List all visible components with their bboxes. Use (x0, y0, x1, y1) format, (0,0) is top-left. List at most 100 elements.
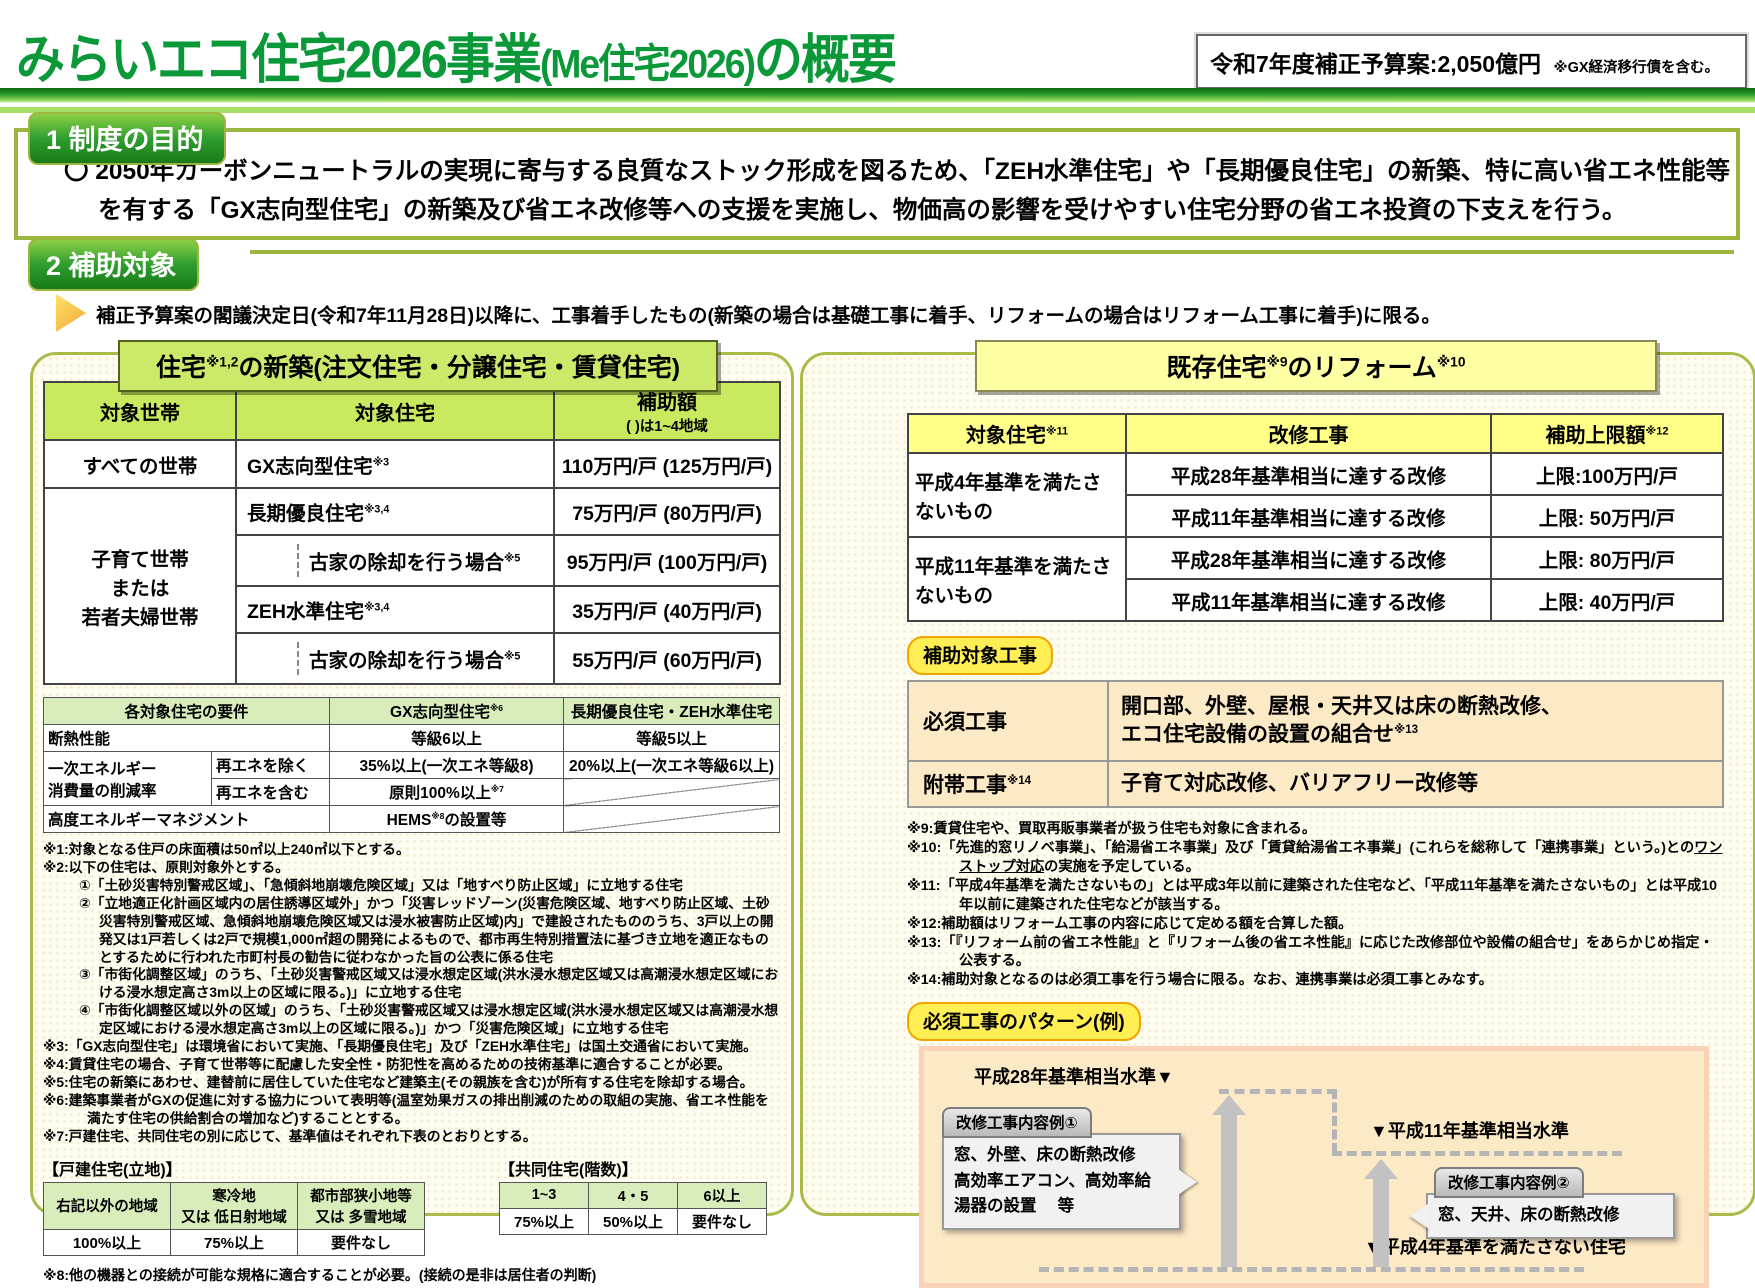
header-cell: 都市部狭小地等 又は 多雪地域 (297, 1181, 425, 1230)
cell-amount: 35万円/戸 (40万円/戸) (553, 585, 781, 634)
table-row: 100%以上 75%以上 要件なし (43, 1228, 425, 1256)
table-row: 平成4年基準を満たさないもの 平成28年基準相当に達する改修 上限:100万円/… (907, 452, 1724, 538)
header-cell-work: 改修工事 (1125, 413, 1492, 454)
table-row: 子育て世帯 または 若者夫婦世帯 長期優良住宅※3,4 75万円/戸 (80万円… (43, 487, 781, 685)
title-divider-line (0, 107, 1755, 113)
header-amount-sub: ( )は1~4地域 (626, 419, 708, 435)
tab-text: 既存住宅 (1166, 354, 1267, 382)
cell-work: 平成11年基準相当に達する改修 (1125, 494, 1492, 538)
table-row: 一次エネルギー 消費量の削減率 再エネを除く 35%以上(一次エネ等級8) 20… (43, 751, 781, 806)
level-h11-label: ▼平成11年基準相当水準 (1370, 1121, 1569, 1142)
table-row: 平成11年基準を満たさないもの 平成28年基準相当に達する改修 上限: 80万円… (907, 536, 1724, 622)
cell-excl-renewable: 再エネを除く (210, 751, 331, 779)
cell-incidental-label: 附帯工事※14 (907, 759, 1109, 809)
cell-value: 50%以上 (588, 1207, 678, 1235)
cell-value: 100%以上 (43, 1228, 171, 1256)
cell-amount: 95万円/戸 (100万円/戸) (553, 534, 781, 587)
cell-standard-group: 平成4年基準を満たさないもの (907, 452, 1127, 538)
cell-insulation-gx: 等級6以上 (329, 724, 565, 752)
note-line: ②「立地適正化計画区域内の居住誘導区域外」かつ「災害レッドゾーン(災害危険区域、… (79, 895, 774, 965)
callout-notch-icon (1410, 1203, 1429, 1229)
reform-table: 対象住宅※11 改修工事 補助上限額※12 平成4年基準を満たさないもの 平成2… (907, 413, 1724, 622)
panel-tab-new-construction: 住宅※1,2の新築(注文住宅・分譲住宅・賃貸住宅) (118, 340, 718, 392)
header-cell-gx: GX志向型住宅※6 (329, 697, 565, 725)
cell-house-type: 長期優良住宅※3,4 (235, 487, 555, 536)
note-line: ①「土砂災害特別警戒区域」、「急傾斜地崩壊危険区域」又は「地すべり防止区域」に立… (79, 877, 683, 893)
cell-insulation-other: 等級5以上 (563, 724, 781, 752)
reform-panel: 既存住宅※9のリフォーム※10 対象住宅※11 改修工事 補助上限額※12 平成… (800, 340, 1755, 1288)
level-h28-label: 平成28年基準相当水準▼ (974, 1067, 1174, 1088)
cell-hems-label: 高度エネルギーマネジメント (42, 805, 331, 833)
pattern-badge: 必須工事のパターン(例) (907, 1002, 1141, 1042)
title-divider-bar (0, 88, 1755, 103)
detached-house-table: 右記以外の地域 寒冷地 又は 低日射地域 都市部狭小地等 又は 多雪地域 100… (43, 1181, 425, 1256)
cell-standard-group: 平成11年基準を満たさないもの (907, 536, 1127, 622)
section1-badge: 1 制度の目的 (28, 112, 226, 165)
new-construction-table: 対象世帯 対象住宅 補助額 ( )は1~4地域 すべての世帯 GX志向型住宅※3… (43, 381, 781, 685)
cell-incidental-body: 子育て対応改修、バリアフリー改修等 (1107, 759, 1724, 809)
page-title-suffix: の概要 (753, 31, 897, 90)
header-cell: 右記以外の地域 (43, 1181, 171, 1230)
cell-mandatory-body: 開口部、外壁、屋根・天井又は床の断熱改修、 エコ住宅設備の設置の組合せ※13 (1107, 680, 1724, 762)
tab-text-rest: の新築(注文住宅・分譲住宅・賃貸住宅) (238, 354, 681, 382)
note-line: ※4:賃貸住宅の場合、子育て世帯等に配慮した安全性・防犯性を高めるための技術基準… (43, 1057, 731, 1073)
table-row: 75%以上 50%以上 要件なし (499, 1207, 767, 1235)
cell-energy100-gx: 原則100%以上※7 (329, 778, 565, 806)
apartment-caption: 【共同住宅(階数)】 (499, 1161, 638, 1179)
note-line: ※12:補助額はリフォーム工事の内容に応じて定める額を合算した額。 (907, 915, 1353, 932)
budget-box: 令和7年度補正予算案:2,050億円 ※GX経済移行債を含む。 (1196, 34, 1747, 89)
works-badge: 補助対象工事 (907, 636, 1054, 675)
note-line: ④「市街化調整区域以外の区域」のうち、「土砂災害警戒区域又は浸水想定区域(洪水浸… (79, 1003, 779, 1037)
cell-value: 要件なし (297, 1228, 425, 1256)
cell-household: すべての世帯 (43, 439, 237, 489)
table-header-row: 右記以外の地域 寒冷地 又は 低日射地域 都市部狭小地等 又は 多雪地域 (43, 1181, 425, 1230)
level-h4-line (1039, 1267, 1584, 1273)
detached-house-caption: 【戸建住宅(立地)】 (43, 1161, 182, 1179)
budget-amount: 令和7年度補正予算案:2,050億円 (1210, 51, 1542, 77)
cell-limit: 上限:100万円/戸 (1490, 452, 1724, 496)
page-title-paren: (Me住宅2026) (540, 40, 756, 87)
cell-work: 平成28年基準相当に達する改修 (1125, 536, 1492, 580)
table-row: 高度エネルギーマネジメント HEMS※8の設置等 (42, 805, 781, 833)
note-line: ※7:戸建住宅、共同住宅の別に応じて、基準値はそれぞれ下表のとおりとする。 (43, 1128, 537, 1144)
tab-sup: ※1,2 (205, 354, 239, 370)
cell-household-group: 子育て世帯 または 若者夫婦世帯 (43, 487, 237, 685)
new-construction-panel: 住宅※1,2の新築(注文住宅・分譲住宅・賃貸住宅) 対象世帯 対象住宅 補助額 … (30, 340, 794, 1283)
table-row: 必須工事 開口部、外壁、屋根・天井又は床の断熱改修、 エコ住宅設備の設置の組合せ… (907, 680, 1724, 762)
note-line: ※13:「『リフォーム前の省エネ性能』と『リフォーム後の省エネ性能』に応じた改修… (907, 934, 1714, 970)
callout1-body: 窓、外壁、床の断熱改修 高効率エアコン、高効率給 湯器の設置 等 (942, 1133, 1197, 1230)
cell-amount: 55万円/戸 (60万円/戸) (553, 632, 781, 685)
tab-text-rest: のリフォーム (1287, 354, 1437, 382)
callout-notch-icon (1178, 1168, 1197, 1195)
new-construction-notes: ※1:対象となる住戸の床面積は50㎡以上240㎡以下とする。 ※2:以下の住宅は… (43, 841, 781, 1146)
cell-house-subtype: 古家の除却を行う場合※5 (235, 534, 555, 587)
section2-badge: 2 補助対象 (28, 238, 199, 291)
eligible-works-table: 必須工事 開口部、外壁、屋根・天井又は床の断熱改修、 エコ住宅設備の設置の組合せ… (907, 680, 1724, 809)
callout1-tab: 改修工事内容例① (942, 1107, 1092, 1139)
page-title: みらいエコ住宅2026事業(Me住宅2026)の概要 (16, 17, 897, 94)
reform-notes: ※9:賃貸住宅や、買取再販事業者が扱う住宅も対象に含まれる。 ※10:「先進的窓… (907, 820, 1727, 990)
cell-limit: 上限: 80万円/戸 (1490, 536, 1724, 580)
cell-value: 75%以上 (499, 1207, 589, 1235)
apartment-table: 1~3 4・5 6以上 75%以上 50%以上 要件なし (499, 1181, 767, 1235)
header-cell: 寒冷地 又は 低日射地域 (170, 1181, 298, 1230)
table-row: すべての世帯 GX志向型住宅※3 110万円/戸 (125万円/戸) (43, 439, 781, 489)
panel-tab-reform: 既存住宅※9のリフォーム※10 (975, 340, 1657, 392)
cell-work: 平成11年基準相当に達する改修 (1125, 578, 1492, 622)
note-line: ※9:賃貸住宅や、買取再販事業者が扱う住宅も対象に含まれる。 (907, 821, 1317, 838)
note-line: ※3:「GX志向型住宅」は環境省において実施、「長期優良住宅」及び「ZEH水準住… (43, 1039, 757, 1055)
upgrade-arrow-short-icon (1364, 1159, 1398, 1268)
note-line: ※5:住宅の新築にあわせ、建替前に居住していた住宅など建築主(その親族を含む)が… (43, 1074, 754, 1090)
note-line: ※10:「先進的窓リノベ事業」、「給湯省エネ事業」及び「賃貸給湯省エネ事業」(こ… (907, 840, 1723, 876)
header-cell-house: 対象住宅※11 (907, 413, 1127, 454)
note-line: ※2:以下の住宅は、原則対象外とする。 (43, 859, 290, 875)
table-row: 附帯工事※14 子育て対応改修、バリアフリー改修等 (907, 759, 1724, 809)
cell-energy-label: 一次エネルギー 消費量の削減率 (43, 751, 212, 806)
cell-mandatory-label: 必須工事 (907, 680, 1109, 762)
cell-hems-gx: HEMS※8の設置等 (329, 805, 565, 833)
document-page: みらいエコ住宅2026事業(Me住宅2026)の概要 令和7年度補正予算案:2,… (0, 0, 1755, 1288)
arrow-right-icon (56, 294, 86, 332)
section2-line (250, 250, 1734, 254)
table-header-row: 各対象住宅の要件 GX志向型住宅※6 長期優良住宅・ZEH水準住宅 (42, 697, 781, 725)
cell-energy-gx: 35%以上(一次エネ等級8) (329, 751, 565, 779)
